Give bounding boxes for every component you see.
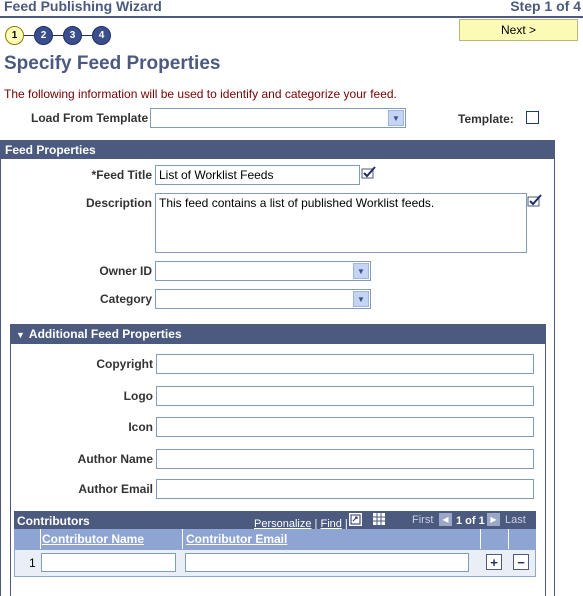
owner-id-label: Owner ID <box>99 264 152 278</box>
first-link: First <box>412 514 434 526</box>
copyright-label: Copyright <box>96 357 153 371</box>
additional-properties-header[interactable]: ▼ Additional Feed Properties <box>10 324 546 344</box>
prev-arrow-icon: ◀ <box>439 513 452 526</box>
zoom-icon[interactable] <box>349 513 362 526</box>
step-2-circle[interactable]: 2 <box>34 25 53 45</box>
contributors-grid-header: Contributors Personalize | Find | First … <box>14 511 536 530</box>
author-email-input[interactable] <box>156 479 534 499</box>
feed-title-label: *Feed Title <box>91 168 152 182</box>
intro-text: The following information will be used t… <box>4 87 397 101</box>
load-template-select[interactable]: ▼ <box>150 108 406 128</box>
delete-row-icon[interactable]: − <box>513 554 529 570</box>
table-row: 1 + − <box>14 549 536 577</box>
category-select[interactable]: ▼ <box>155 289 371 309</box>
template-checkbox[interactable] <box>526 111 539 124</box>
step-4-circle[interactable]: 4 <box>92 25 111 45</box>
dropdown-arrow-icon[interactable]: ▼ <box>353 291 369 307</box>
category-label: Category <box>99 292 152 306</box>
dropdown-arrow-icon[interactable]: ▼ <box>388 110 404 126</box>
dropdown-arrow-icon[interactable]: ▼ <box>353 263 369 279</box>
header-divider <box>0 16 583 18</box>
copyright-input[interactable] <box>156 354 534 374</box>
description-textarea[interactable]: This feed contains a list of published W… <box>155 193 527 253</box>
author-name-input[interactable] <box>156 449 534 469</box>
last-link: Last <box>505 514 526 526</box>
expand-triangle-icon[interactable]: ▼ <box>16 330 25 340</box>
logo-input[interactable] <box>156 386 534 406</box>
contributors-title: Contributors <box>17 514 90 528</box>
template-label: Template: <box>458 112 514 126</box>
next-button[interactable]: Next > <box>459 19 578 41</box>
spellcheck-icon[interactable] <box>527 193 543 209</box>
additional-properties-title: Additional Feed Properties <box>28 327 182 341</box>
page-title: Specify Feed Properties <box>4 53 221 74</box>
step-3-circle[interactable]: 3 <box>63 25 82 45</box>
add-row-icon[interactable]: + <box>486 554 502 570</box>
feed-title-input[interactable]: List of Worklist Feeds <box>155 165 360 185</box>
next-arrow-icon: ▶ <box>487 513 500 526</box>
icon-label: Icon <box>128 420 153 434</box>
contributors-column-header: Contributor Name Contributor Email <box>14 529 536 549</box>
step-connector <box>82 34 92 36</box>
step-connector <box>53 34 63 36</box>
contributor-name-input[interactable] <box>41 553 176 572</box>
step-progress: 1 2 3 4 <box>5 25 111 45</box>
row-number: 1 <box>29 556 36 570</box>
author-name-label: Author Name <box>77 452 153 466</box>
column-contributor-name[interactable]: Contributor Name <box>42 532 144 546</box>
author-email-label: Author Email <box>78 482 153 496</box>
logo-label: Logo <box>123 389 153 403</box>
column-contributor-email[interactable]: Contributor Email <box>186 532 287 546</box>
step-connector <box>24 34 34 36</box>
load-template-label: Load From Template <box>31 111 149 125</box>
contributor-email-input[interactable] <box>185 553 469 572</box>
icon-input[interactable] <box>156 417 534 437</box>
owner-id-select[interactable]: ▼ <box>155 261 371 281</box>
feed-properties-header: Feed Properties <box>0 140 555 159</box>
description-label: Description <box>85 196 152 210</box>
spellcheck-icon[interactable] <box>361 165 377 181</box>
grid-download-icon[interactable] <box>372 512 386 526</box>
step-indicator: Step 1 of 4 <box>510 0 581 14</box>
step-1-circle[interactable]: 1 <box>5 25 24 45</box>
wizard-title: Feed Publishing Wizard <box>4 0 162 14</box>
row-range: 1 of 1 <box>456 515 485 527</box>
